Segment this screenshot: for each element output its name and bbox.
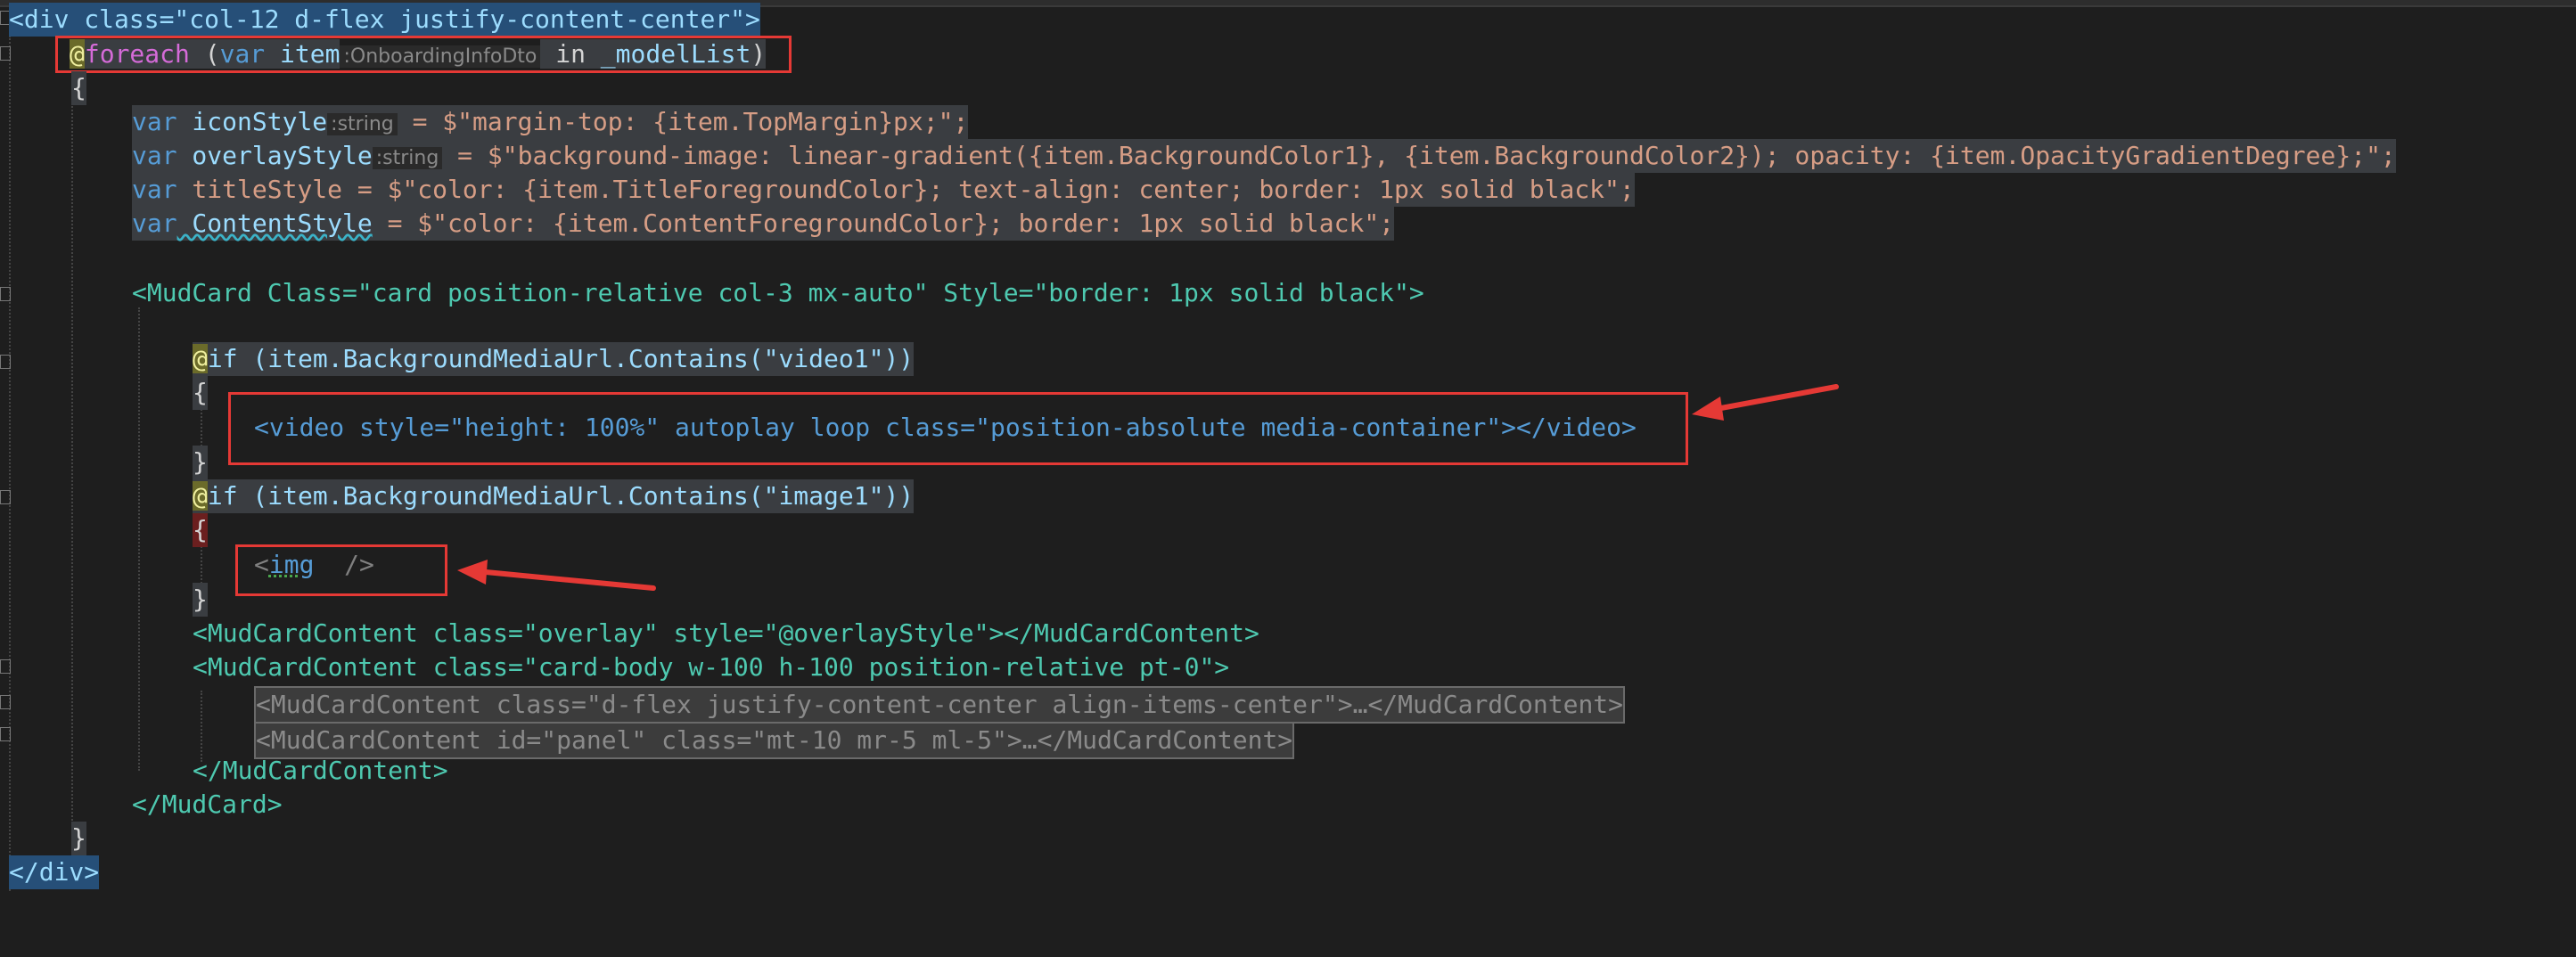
indent-guide xyxy=(138,307,140,771)
code-line: @if (item.BackgroundMediaUrl.Contains("v… xyxy=(0,342,915,376)
code-line: <video style="height: 100%" autoplay loo… xyxy=(0,411,1637,445)
close-brace: } xyxy=(193,583,208,617)
code-editor[interactable]: <div class="col-12 d-flex justify-conten… xyxy=(0,0,2576,928)
code-line: { xyxy=(0,513,208,547)
code-line: @if (item.BackgroundMediaUrl.Contains("i… xyxy=(0,479,915,513)
code-line: { xyxy=(0,376,208,410)
code-line: { xyxy=(0,71,86,105)
code-line: <img /> xyxy=(0,548,374,582)
iconstyle-declaration: var iconStyle:string = $"margin-top: {it… xyxy=(132,105,969,139)
card-body-content-open: <MudCardContent class="card-body w-100 h… xyxy=(193,652,1230,682)
code-line: var overlayStyle:string = $"background-i… xyxy=(0,139,2396,173)
collapsed-card-content[interactable]: <MudCardContent class="d-flex justify-co… xyxy=(254,686,1626,724)
close-brace: } xyxy=(193,446,208,479)
contentstyle-declaration: var ContentStyle = $"color: {item.Conten… xyxy=(132,207,1395,241)
code-line: } xyxy=(0,583,208,617)
div-close-tag: </div> xyxy=(9,855,100,889)
mudcard-open-tag: <MudCard Class="card position-relative c… xyxy=(132,278,1424,307)
card-content-close-tag: </MudCardContent> xyxy=(193,756,448,785)
code-line: <MudCard Class="card position-relative c… xyxy=(0,276,1424,310)
open-brace: { xyxy=(193,513,208,547)
if-video-statement: @if (item.BackgroundMediaUrl.Contains("v… xyxy=(193,342,915,376)
indent-guide xyxy=(201,691,202,762)
annotation-arrow-img xyxy=(457,560,656,591)
code-line: </MudCard> xyxy=(0,788,283,822)
div-open-tag: <div class="col-12 d-flex justify-conten… xyxy=(9,3,760,37)
mudcard-close-tag: </MudCard> xyxy=(132,789,283,819)
if-image-statement: @if (item.BackgroundMediaUrl.Contains("i… xyxy=(193,479,915,513)
code-line: <MudCardContent class="overlay" style="@… xyxy=(0,617,1259,650)
open-brace: { xyxy=(71,71,86,105)
code-line: </MudCardContent> xyxy=(0,754,448,788)
open-brace: { xyxy=(193,376,208,410)
code-line: var titleStyle = $"color: {item.TitleFor… xyxy=(0,173,1635,207)
code-line: } xyxy=(0,822,86,855)
code-line: <div class="col-12 d-flex justify-conten… xyxy=(0,3,760,37)
titlestyle-declaration: var titleStyle = $"color: {item.TitleFor… xyxy=(132,173,1635,207)
annotation-arrow-video xyxy=(1692,384,1839,421)
overlaystyle-declaration: var overlayStyle:string = $"background-i… xyxy=(132,139,2396,173)
code-line: <MudCardContent id="panel" class="mt-10 … xyxy=(0,722,1295,759)
code-line: <MudCardContent class="card-body w-100 h… xyxy=(0,650,1229,684)
highlight-box-foreach xyxy=(55,36,792,73)
code-line: var iconStyle:string = $"margin-top: {it… xyxy=(0,105,969,139)
code-line: @foreach (var item:OnboardingInfoDto in … xyxy=(0,37,767,71)
overlay-card-content: <MudCardContent class="overlay" style="@… xyxy=(193,618,1259,648)
code-line: } xyxy=(0,446,208,479)
highlight-box-video xyxy=(228,392,1688,465)
highlight-box-img xyxy=(235,544,447,596)
indent-guide xyxy=(71,71,73,855)
code-line: <MudCardContent class="d-flex justify-co… xyxy=(0,686,1626,724)
close-brace: } xyxy=(71,822,86,855)
code-line: </div> xyxy=(0,855,100,889)
code-line: var ContentStyle = $"color: {item.Conten… xyxy=(0,207,1395,241)
